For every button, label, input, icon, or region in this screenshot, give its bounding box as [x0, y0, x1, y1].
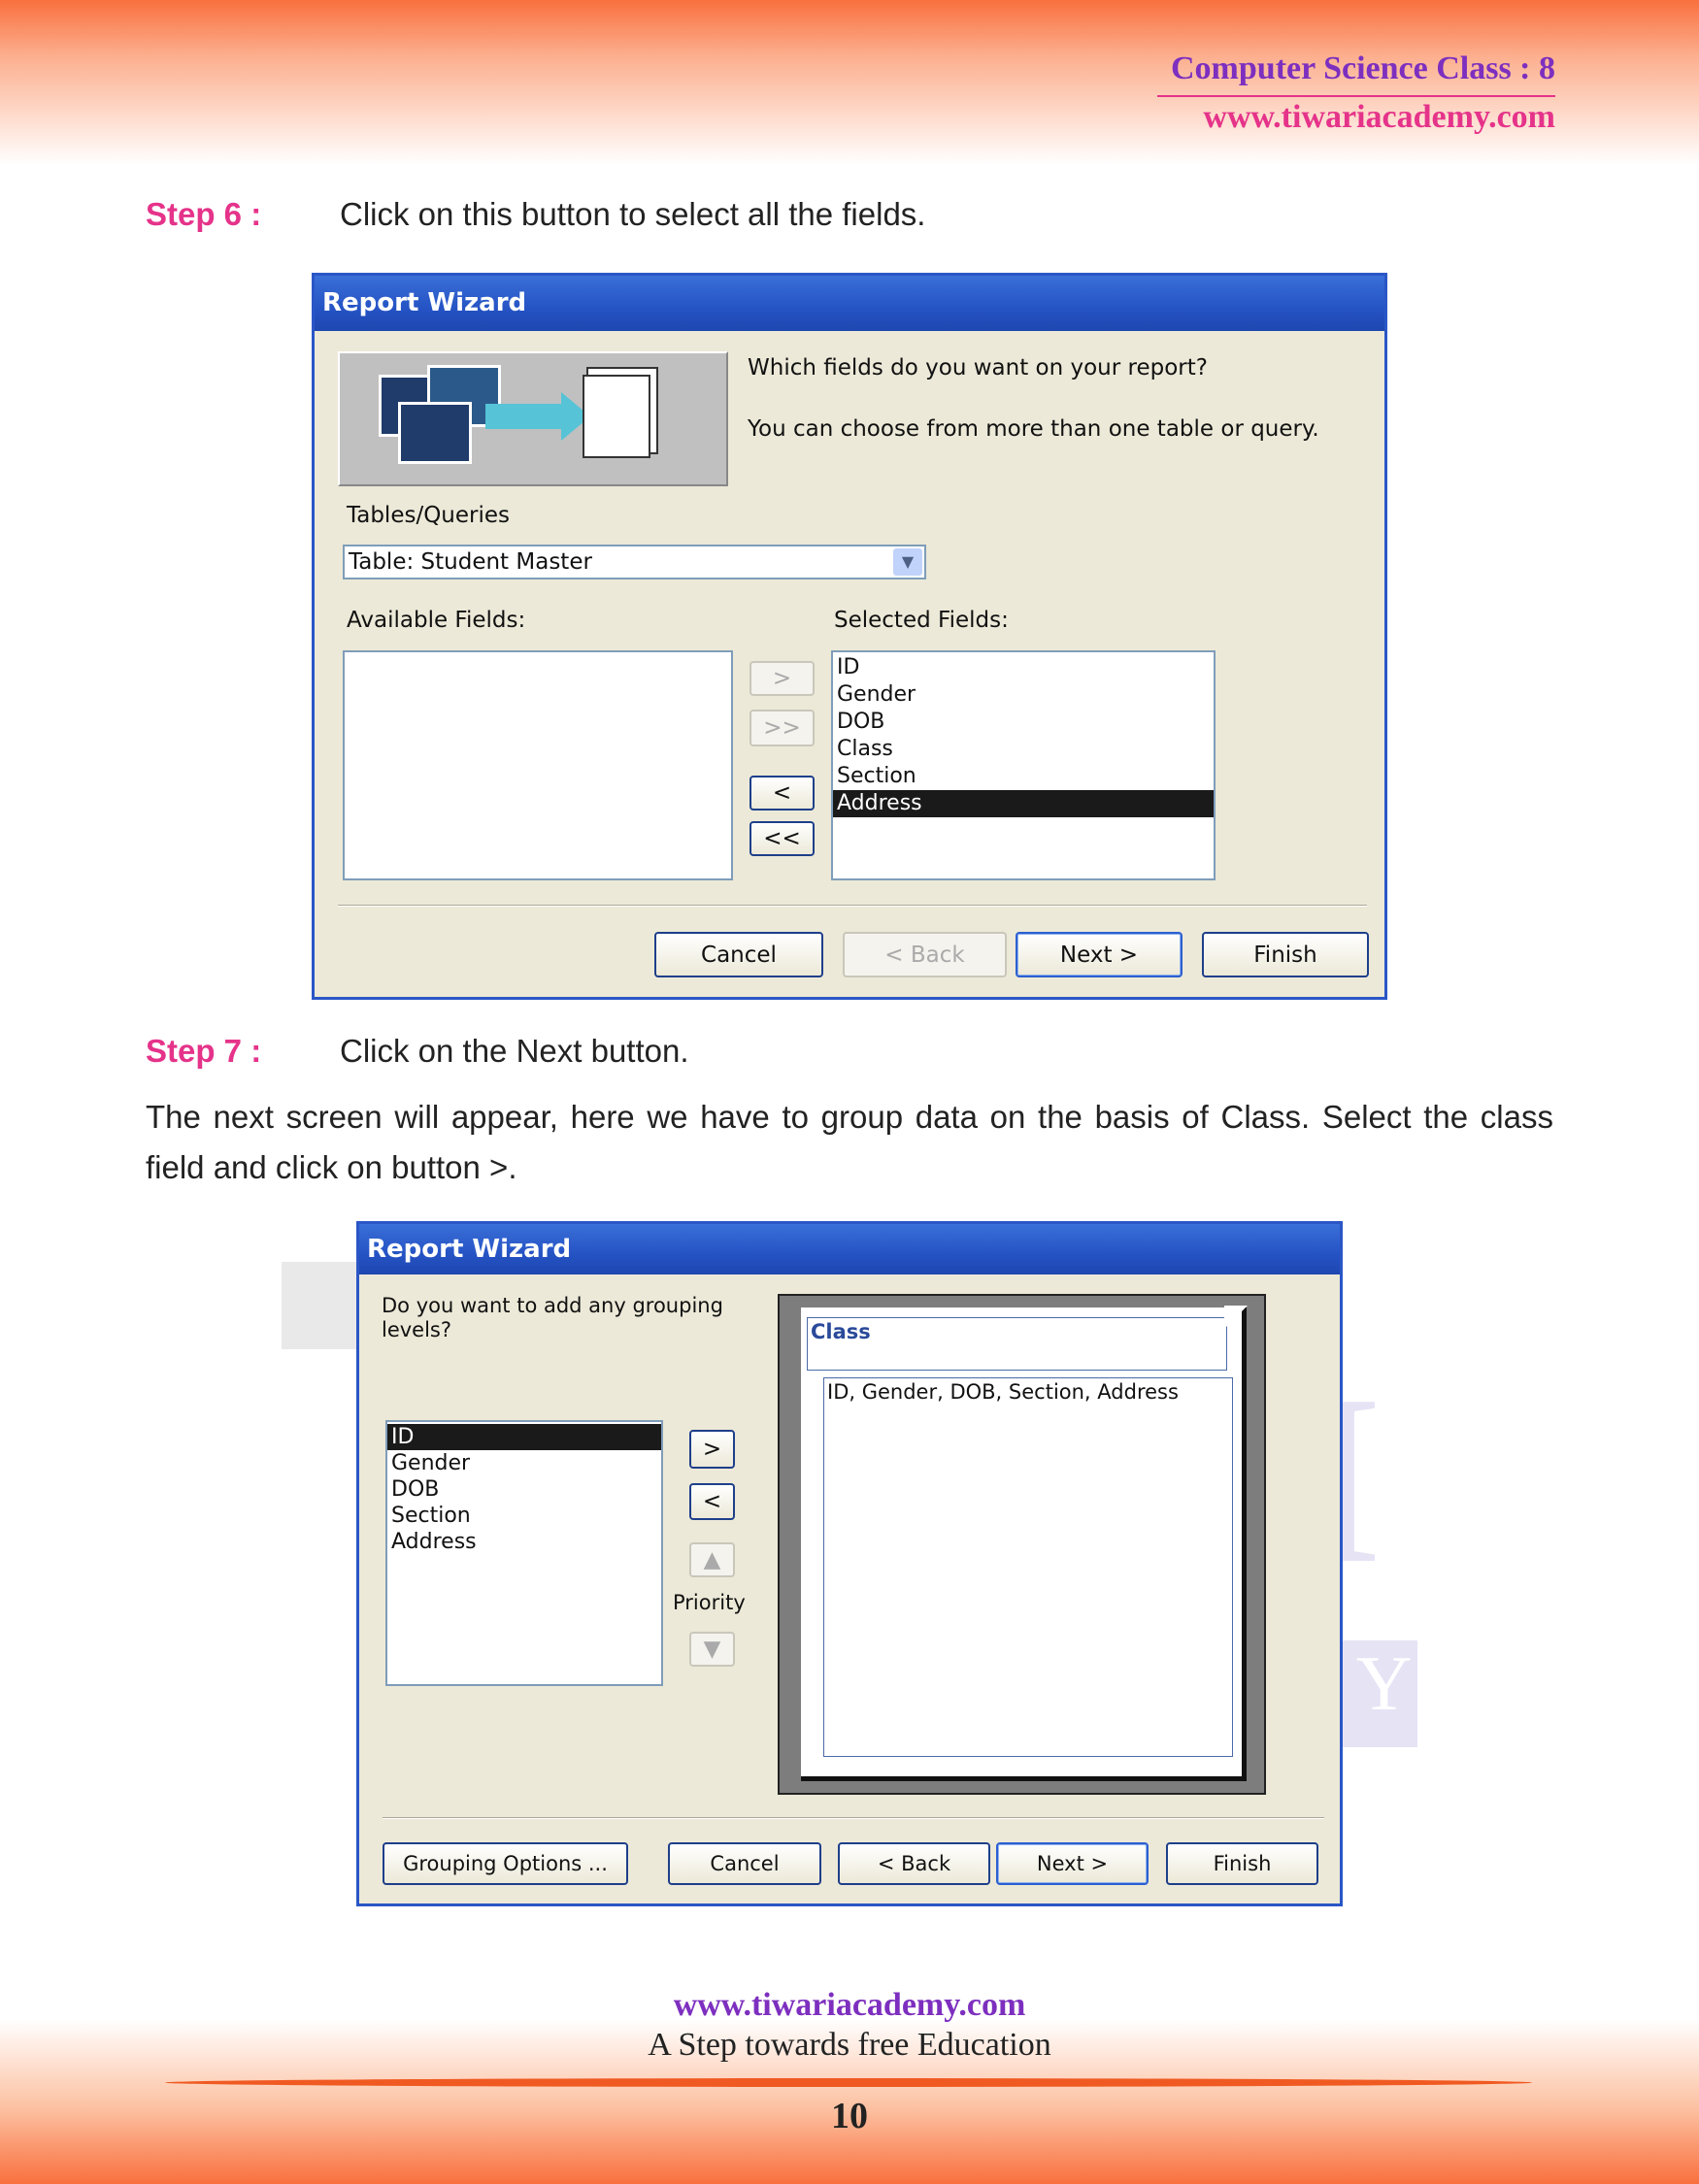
- next-button[interactable]: Next >: [996, 1842, 1149, 1885]
- list-item-selected[interactable]: Address: [833, 790, 1214, 817]
- remove-all-fields-button[interactable]: <<: [750, 821, 815, 856]
- list-item[interactable]: Section: [387, 1503, 661, 1529]
- preview-detail-box: ID, Gender, DOB, Section, Address: [823, 1377, 1233, 1757]
- finish-button[interactable]: Finish: [1202, 932, 1369, 977]
- add-all-fields-button[interactable]: >>: [750, 710, 815, 746]
- page-corner-icon: [1224, 1306, 1248, 1329]
- footer-divider: [165, 2078, 1532, 2087]
- step7-text: Click on the Next button.: [340, 1033, 689, 1069]
- wizard-question: Which fields do you want on your report?: [748, 355, 1208, 381]
- step6-label: Step 6 :: [146, 196, 262, 232]
- list-item[interactable]: DOB: [833, 709, 1214, 736]
- finish-button[interactable]: Finish: [1166, 1842, 1318, 1885]
- selected-fields-label: Selected Fields:: [834, 608, 1009, 633]
- step7-paragraph: The next screen will appear, here we hav…: [146, 1099, 1553, 1185]
- priority-down-button[interactable]: ▼: [689, 1632, 735, 1667]
- selected-fields-list[interactable]: ID Gender DOB Class Section Address: [831, 650, 1216, 880]
- back-button[interactable]: < Back: [843, 932, 1007, 977]
- combo-value: Table: Student Master: [349, 549, 592, 575]
- remove-grouping-button[interactable]: <: [689, 1483, 735, 1520]
- header-divider: [1157, 95, 1555, 97]
- preview-detail-text: ID, Gender, DOB, Section, Address: [827, 1380, 1179, 1404]
- subject-title: Computer Science Class : 8: [1171, 50, 1555, 86]
- remove-field-button[interactable]: <: [750, 776, 815, 811]
- preview-group-label: Class: [811, 1320, 871, 1343]
- dialog-title: Report Wizard: [359, 1224, 1340, 1274]
- dialog-title: Report Wizard: [315, 276, 1384, 331]
- step7-label: Step 7 :: [146, 1033, 262, 1069]
- cancel-button[interactable]: Cancel: [668, 1842, 821, 1885]
- report-preview: Class ID, Gender, DOB, Section, Address: [778, 1294, 1266, 1795]
- page-number: 10: [831, 2096, 868, 2136]
- list-item-selected[interactable]: ID: [387, 1424, 661, 1450]
- back-button[interactable]: < Back: [838, 1842, 990, 1885]
- footer-tagline: A Step towards free Education: [648, 2027, 1051, 2063]
- list-item[interactable]: Gender: [387, 1450, 661, 1476]
- divider: [338, 905, 1367, 907]
- available-fields-list[interactable]: [343, 650, 733, 880]
- list-item[interactable]: Address: [387, 1529, 661, 1555]
- priority-label: Priority: [673, 1591, 746, 1614]
- cancel-button[interactable]: Cancel: [654, 932, 823, 977]
- list-item[interactable]: ID: [833, 654, 1214, 681]
- list-item[interactable]: Gender: [833, 681, 1214, 709]
- arrow-up-icon: ▲: [703, 1547, 721, 1572]
- footer-website[interactable]: www.tiwariacademy.com: [0, 1987, 1699, 2024]
- available-fields-label: Available Fields:: [347, 608, 526, 633]
- priority-up-button[interactable]: ▲: [689, 1542, 735, 1577]
- add-grouping-button[interactable]: >: [689, 1430, 735, 1469]
- chevron-down-icon[interactable]: ▼: [893, 548, 922, 576]
- tables-queries-label: Tables/Queries: [347, 503, 511, 528]
- add-field-button[interactable]: >: [750, 661, 815, 696]
- tables-queries-combo[interactable]: Table: Student Master ▼: [343, 545, 926, 579]
- wizard-hint: You can choose from more than one table …: [748, 416, 1319, 442]
- step6-text: Click on this button to select all the f…: [340, 196, 926, 232]
- report-wizard-dialog-grouping: Report Wizard Do you want to add any gro…: [356, 1221, 1343, 1906]
- grouping-question: Do you want to add any grouping levels?: [382, 1294, 723, 1341]
- report-wizard-dialog-fields: Report Wizard Which fields do you want o…: [312, 273, 1387, 1000]
- list-item[interactable]: Class: [833, 736, 1214, 763]
- divider: [383, 1817, 1324, 1819]
- arrow-down-icon: ▼: [703, 1637, 721, 1662]
- list-item[interactable]: DOB: [387, 1476, 661, 1503]
- header-website[interactable]: www.tiwariacademy.com: [1203, 99, 1555, 136]
- list-item[interactable]: Section: [833, 763, 1214, 790]
- next-button[interactable]: Next >: [1016, 932, 1183, 977]
- preview-group-box: Class: [807, 1317, 1227, 1371]
- grouping-fields-list[interactable]: ID Gender DOB Section Address: [385, 1420, 663, 1686]
- preview-page: Class ID, Gender, DOB, Section, Address: [801, 1306, 1248, 1781]
- grouping-options-button[interactable]: Grouping Options ...: [383, 1842, 628, 1885]
- wizard-illustration: [338, 351, 728, 486]
